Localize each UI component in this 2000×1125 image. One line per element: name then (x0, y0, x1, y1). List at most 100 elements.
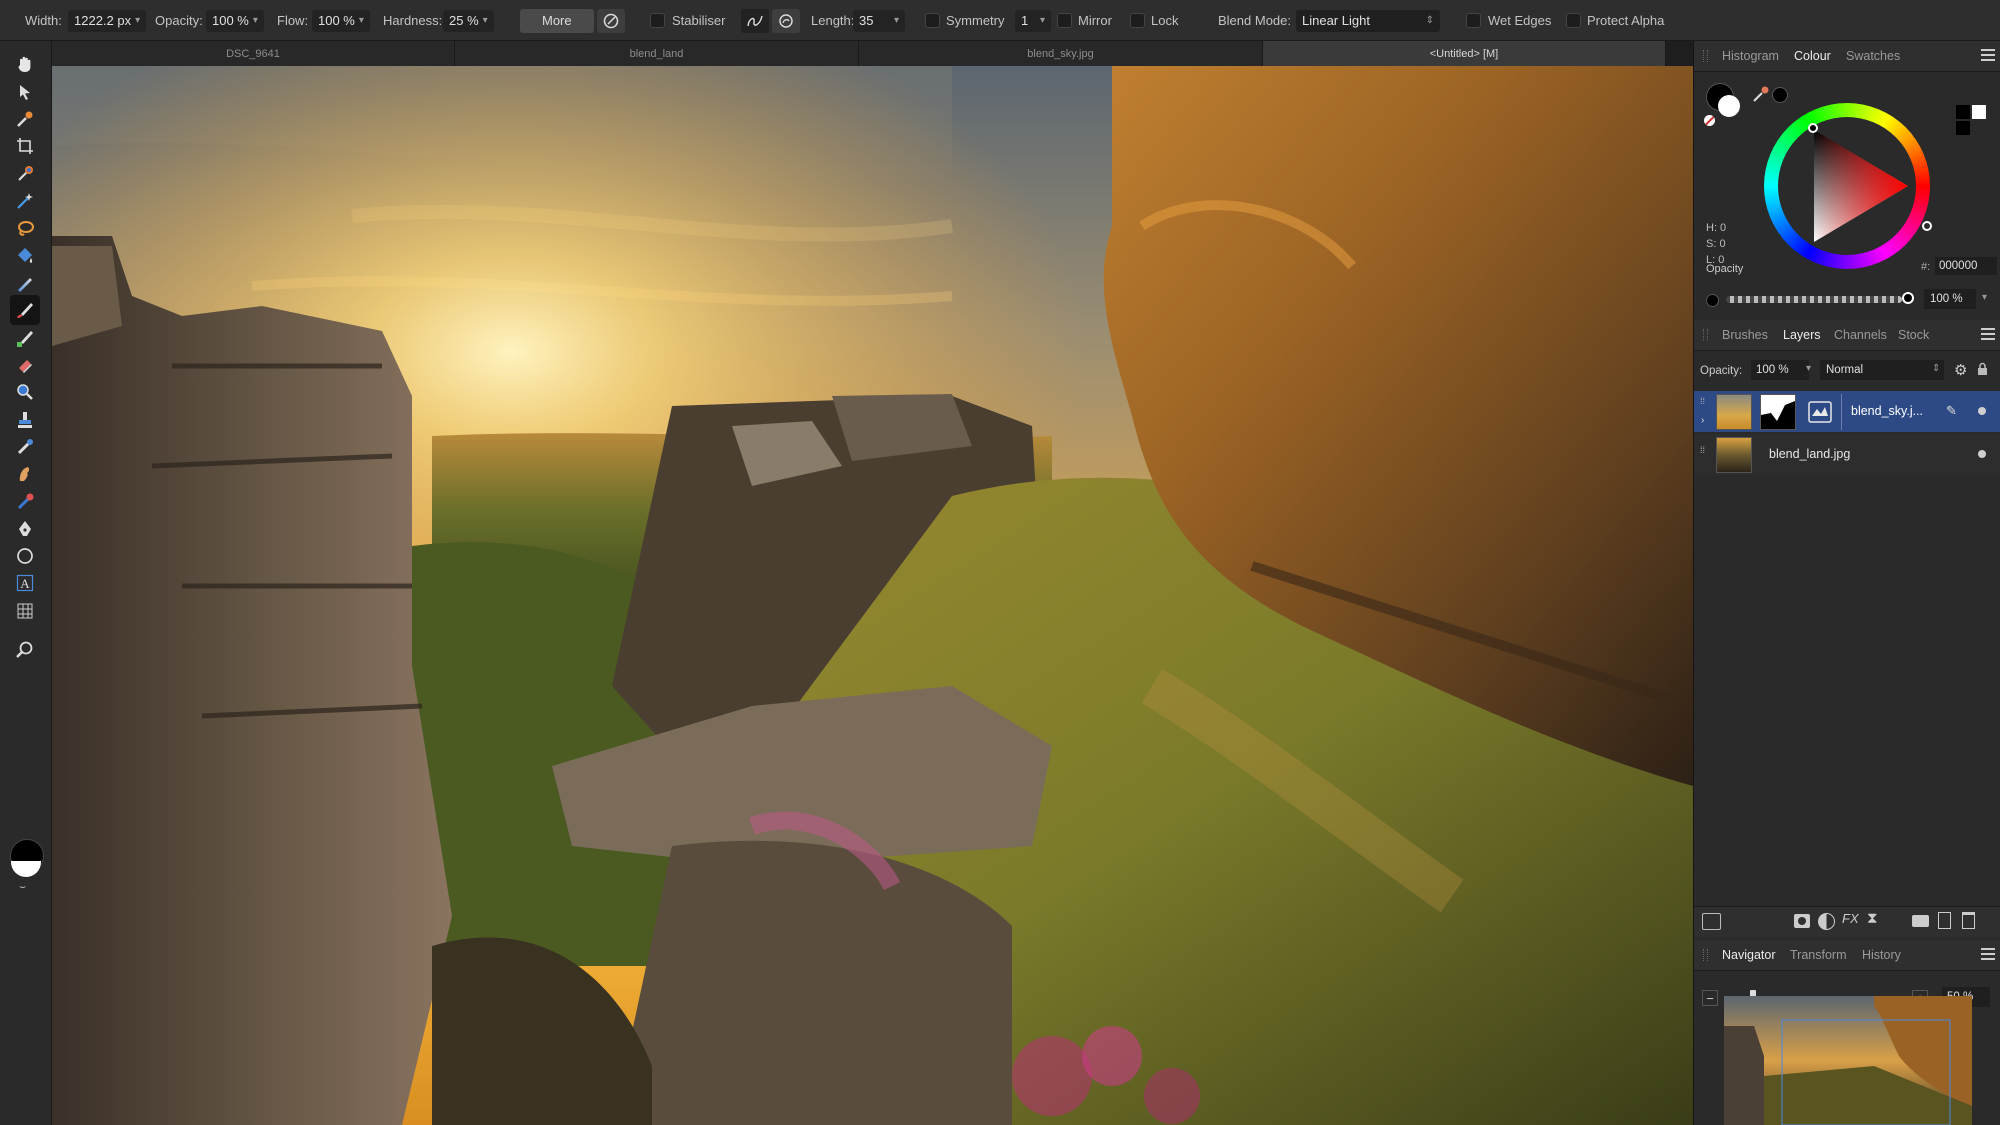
document-canvas[interactable] (52, 66, 1693, 1125)
eyedropper-icon[interactable] (1752, 85, 1770, 106)
layer-visibility-dot[interactable] (1978, 407, 1986, 415)
no-colour-icon[interactable] (1704, 115, 1715, 126)
document-tab-1[interactable]: DSC_9641 (52, 41, 455, 66)
protect-alpha-checkbox[interactable] (1566, 0, 1581, 41)
document-tab-active[interactable]: <Untitled> [M] (1263, 41, 1666, 66)
triangle-colour-handle[interactable] (1808, 123, 1818, 133)
hardness-field[interactable]: 25 % ▾ (443, 0, 494, 41)
tool-color-picker[interactable] (10, 104, 40, 134)
tab-stock[interactable]: Stock (1898, 320, 1929, 350)
chevron-down-icon[interactable]: ▾ (1982, 292, 1987, 303)
tool-view-zoom[interactable] (10, 635, 40, 665)
live-filter-icon[interactable]: ⧗ (1867, 910, 1878, 927)
freehand-selection-icon (18, 221, 34, 236)
colour-opacity-handle[interactable] (1902, 292, 1914, 304)
tool-crop[interactable] (10, 131, 40, 161)
layer-drag-handle-icon[interactable]: ⁞⁞ (1700, 446, 1705, 455)
flow-field[interactable]: 100 % ▾ (312, 0, 370, 41)
tool-zoom-brush[interactable] (10, 377, 40, 407)
swap-colours-icon[interactable]: ⌣ (19, 881, 26, 894)
opacity-field[interactable]: 100 % ▾ (206, 0, 264, 41)
colour-opacity-slider[interactable] (1726, 296, 1902, 303)
tab-layers[interactable]: Layers (1783, 320, 1821, 350)
secondary-colour-well[interactable] (11, 861, 41, 877)
layer-blend-mode-select[interactable]: Normal (1820, 360, 1944, 380)
tab-navigator[interactable]: Navigator (1722, 940, 1776, 970)
secondary-colour-swatch[interactable] (1718, 95, 1740, 117)
panel-menu-icon[interactable] (1981, 49, 1995, 61)
rope-mode-button[interactable] (741, 0, 769, 41)
mini-swatch-white[interactable] (1972, 105, 1986, 119)
lock-checkbox[interactable] (1130, 0, 1145, 41)
chevron-down-icon[interactable]: ▾ (1806, 363, 1811, 374)
width-value: 1222.2 px (74, 13, 132, 28)
layer-row-blend-land[interactable]: ⁞⁞ blend_land.jpg (1694, 434, 2000, 475)
tool-pen[interactable] (10, 514, 40, 544)
tool-healing[interactable] (10, 432, 40, 462)
tab-channels[interactable]: Channels (1834, 320, 1887, 350)
tool-eraser[interactable] (10, 350, 40, 380)
tab-histogram[interactable]: Histogram (1722, 41, 1779, 71)
navigator-thumbnail[interactable] (1724, 996, 1972, 1125)
tool-paint-brush[interactable] (10, 295, 40, 325)
tool-smudge[interactable] (10, 459, 40, 489)
layer-visibility-dot[interactable] (1978, 450, 1986, 458)
trash-icon[interactable] (1962, 912, 1975, 929)
wet-edges-checkbox[interactable] (1466, 0, 1481, 41)
document-tab-2[interactable]: blend_land (455, 41, 859, 66)
symmetry-checkbox[interactable] (925, 0, 940, 41)
tool-freehand-selection[interactable] (10, 214, 40, 244)
tab-colour[interactable]: Colour (1794, 41, 1831, 71)
adjustment-layer-icon[interactable] (1805, 397, 1835, 427)
tab-brushes[interactable]: Brushes (1722, 320, 1768, 350)
fx-icon[interactable]: FX (1842, 911, 1859, 926)
tool-pixel[interactable] (10, 323, 40, 353)
mini-swatch-black[interactable] (1956, 105, 1970, 119)
panel-menu-icon[interactable] (1981, 328, 1995, 340)
layer-opacity-field[interactable]: 100 % (1751, 360, 1809, 380)
mini-swatch-black-2[interactable] (1956, 121, 1970, 135)
colour-triangle[interactable] (1778, 117, 1916, 255)
mask-layer-icon[interactable] (1794, 914, 1810, 928)
tool-move[interactable] (10, 77, 40, 107)
layer-expand-chevron-icon[interactable]: › (1701, 415, 1704, 426)
length-field[interactable]: 35 ▾ (853, 0, 905, 41)
symmetry-count-field[interactable]: 1 ▾ (1015, 0, 1051, 41)
tool-selection-brush[interactable] (10, 186, 40, 216)
adjustment-icon[interactable] (1818, 913, 1835, 930)
colour-opacity-field[interactable]: 100 % (1924, 289, 1976, 309)
brush-target-icon[interactable]: ✎ (1946, 403, 1957, 419)
hex-input[interactable]: 000000 (1935, 257, 1997, 275)
tool-dodge[interactable] (10, 487, 40, 517)
layer-row-blend-sky[interactable]: ⁞⁞ › blend_sky.j... ✎ (1694, 391, 2000, 432)
window-mode-button[interactable] (772, 0, 800, 41)
tool-hand[interactable] (10, 49, 40, 79)
wheel-hue-handle[interactable] (1922, 221, 1932, 231)
tab-swatches[interactable]: Swatches (1846, 41, 1900, 71)
tab-transform[interactable]: Transform (1790, 940, 1847, 970)
tool-flood-select[interactable] (10, 159, 40, 189)
tab-history[interactable]: History (1862, 940, 1901, 970)
tool-text[interactable]: A (10, 568, 40, 598)
lock-icon[interactable] (1977, 362, 1988, 379)
tool-clone[interactable] (10, 405, 40, 435)
layer-settings-gear-icon[interactable]: ⚙ (1954, 361, 1967, 379)
tool-ellipse[interactable] (10, 541, 40, 571)
stabiliser-checkbox[interactable] (650, 0, 665, 41)
tool-gradient[interactable] (10, 268, 40, 298)
tool-mesh-warp[interactable] (10, 596, 40, 626)
brush-dynamics-button[interactable] (597, 0, 625, 41)
mirror-checkbox[interactable] (1057, 0, 1072, 41)
add-pixel-layer-icon[interactable] (1938, 912, 1951, 929)
tool-flood-fill[interactable] (10, 241, 40, 271)
document-tab-3[interactable]: blend_sky.jpg (859, 41, 1263, 66)
layer-drag-handle-icon[interactable]: ⁞⁞ (1700, 397, 1705, 406)
layer-mask-thumbnail[interactable] (1760, 394, 1796, 430)
zoom-out-button[interactable]: − (1702, 990, 1718, 1006)
panel-menu-icon[interactable] (1981, 948, 1995, 960)
folder-icon[interactable] (1912, 915, 1929, 927)
width-field[interactable]: 1222.2 px ▾ (68, 0, 147, 41)
more-button[interactable]: More (520, 0, 594, 41)
layer-options-icon[interactable] (1702, 913, 1721, 930)
blend-mode-select[interactable]: Linear Light ⇕ (1296, 0, 1440, 41)
